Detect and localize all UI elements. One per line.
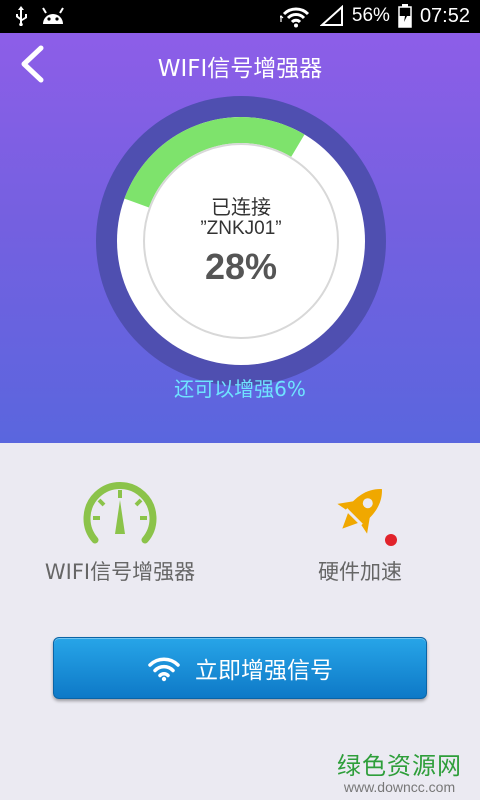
battery-percent: 56% [351, 5, 390, 26]
status-bar: 56% 07:52 [0, 0, 480, 33]
watermark-url: www.downcc.com [343, 779, 456, 795]
rocket-icon [337, 489, 382, 534]
boost-hint: 还可以增强6% [174, 377, 306, 401]
connection-status: 已连接 [211, 195, 271, 219]
signal-icon [319, 5, 343, 26]
watermark: 绿色资源网 www.downcc.com [337, 746, 462, 795]
wifi-icon [148, 657, 180, 682]
signal-percent: 28% [204, 246, 278, 287]
hero-panel: WIFI信号增强器 已连接 ”ZNKJ01” 28% 还可以增强6% [0, 33, 480, 443]
network-name: ”ZNKJ01” [200, 218, 282, 239]
wifi-booster-feature[interactable]: WIFI信号增强器 [20, 478, 220, 586]
features-panel: WIFI信号增强器 硬件加速 [0, 443, 480, 623]
notification-badge [385, 534, 397, 546]
hardware-accel-label: 硬件加速 [318, 560, 402, 584]
battery-charging-icon [398, 4, 412, 28]
signal-gauge: 已连接 ”ZNKJ01” 28% [96, 96, 386, 386]
boost-signal-button[interactable]: 立即增强信号 [53, 637, 427, 699]
speedometer-icon [83, 481, 157, 544]
watermark-title: 绿色资源网 [337, 752, 462, 780]
boost-signal-label: 立即增强信号 [195, 658, 333, 684]
android-icon [42, 7, 64, 24]
usb-icon [16, 6, 27, 26]
app-header: WIFI信号增强器 [0, 33, 480, 95]
page-title: WIFI信号增强器 [157, 56, 323, 82]
gauge-svg [96, 96, 386, 386]
clock: 07:52 [419, 5, 470, 27]
wifi-booster-label: WIFI信号增强器 [44, 560, 196, 584]
wifi-status-icon [279, 7, 309, 28]
hardware-accel-feature[interactable]: 硬件加速 [275, 478, 445, 586]
